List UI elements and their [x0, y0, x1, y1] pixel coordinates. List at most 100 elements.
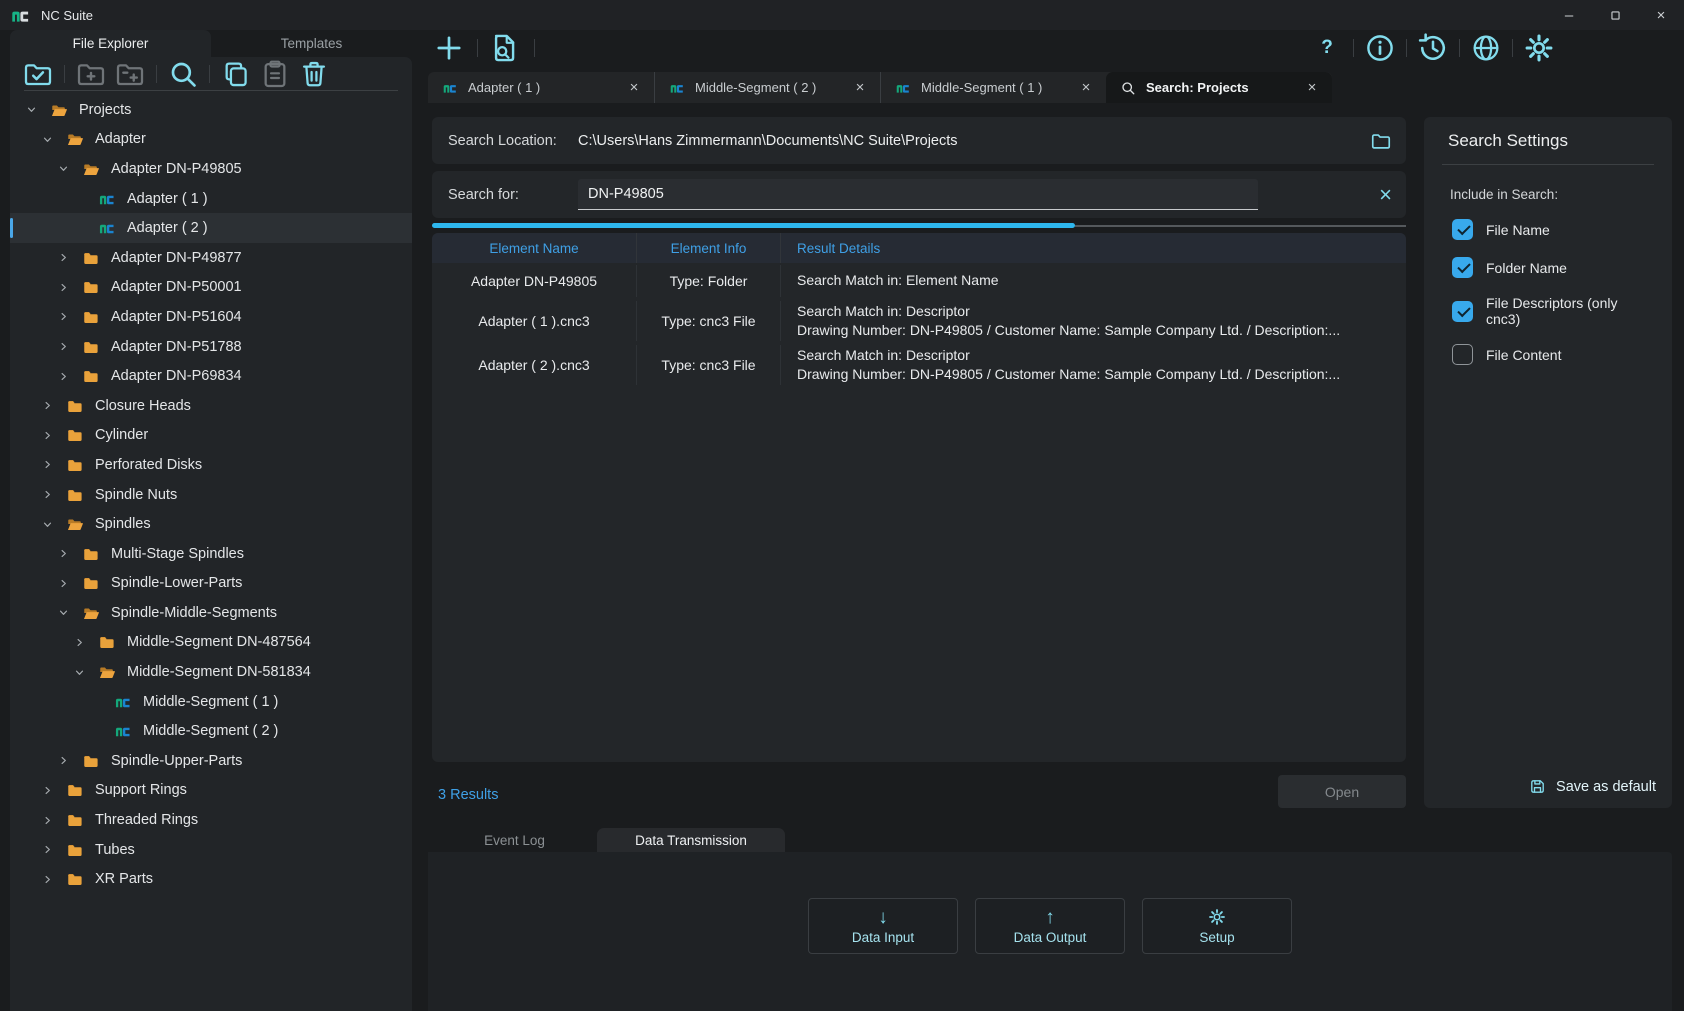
bottom-tab-data-transmission[interactable]: Data Transmission	[597, 828, 785, 852]
tree-item-adapter-dn-p49877[interactable]: Adapter DN-P49877	[10, 243, 412, 273]
new-subfolder-button[interactable]	[114, 61, 146, 87]
close-tab-icon[interactable]: ×	[850, 78, 870, 98]
tree-item-adapter-2[interactable]: Adapter ( 2 )	[10, 213, 412, 243]
language-button[interactable]	[1469, 34, 1503, 62]
tree-item-projects[interactable]: Projects	[10, 95, 412, 125]
chevron-right-icon[interactable]	[36, 398, 66, 414]
search-button[interactable]	[167, 61, 199, 87]
chevron-down-icon[interactable]	[52, 161, 82, 177]
chevron-right-icon[interactable]	[36, 871, 66, 887]
new-button[interactable]	[432, 34, 466, 62]
doc-tab-adapter-1[interactable]: Adapter ( 1 )×	[428, 72, 654, 103]
close-button[interactable]: ×	[1638, 0, 1684, 30]
tree-item-spindles[interactable]: Spindles	[10, 509, 412, 539]
chevron-right-icon[interactable]	[52, 575, 82, 591]
chevron-down-icon[interactable]	[68, 664, 98, 680]
maximize-button[interactable]	[1592, 0, 1638, 30]
tree-item-middle-segment-1[interactable]: Middle-Segment ( 1 )	[10, 687, 412, 717]
checkbox-folder-name[interactable]: Folder Name	[1452, 257, 1654, 278]
chevron-right-icon[interactable]	[36, 812, 66, 828]
tree-item-adapter-dn-p51788[interactable]: Adapter DN-P51788	[10, 332, 412, 362]
unchecked-checkbox-icon[interactable]	[1452, 344, 1473, 365]
tree-item-middle-segment-dn-581834[interactable]: Middle-Segment DN-581834	[10, 657, 412, 687]
delete-button[interactable]	[298, 61, 330, 87]
tree-item-middle-segment-dn-487564[interactable]: Middle-Segment DN-487564	[10, 628, 412, 658]
setup-button[interactable]: Setup	[1142, 898, 1292, 954]
paste-element-button[interactable]	[546, 34, 580, 62]
tree-item-adapter-dn-p69834[interactable]: Adapter DN-P69834	[10, 361, 412, 391]
chevron-down-icon[interactable]	[36, 131, 66, 147]
chevron-right-icon[interactable]	[52, 250, 82, 266]
chevron-right-icon[interactable]	[36, 427, 66, 443]
tree-item-adapter-dn-p51604[interactable]: Adapter DN-P51604	[10, 302, 412, 332]
browse-folder-button[interactable]	[1370, 130, 1392, 152]
chevron-right-icon[interactable]	[36, 842, 66, 858]
tree-item-closure-heads[interactable]: Closure Heads	[10, 391, 412, 421]
chevron-down-icon[interactable]	[20, 102, 50, 118]
doc-tab-middle-segment-2[interactable]: Middle-Segment ( 2 )×	[654, 72, 880, 103]
settings-button[interactable]	[1522, 34, 1556, 62]
tree-item-label: Spindles	[95, 516, 151, 532]
chevron-right-icon[interactable]	[52, 753, 82, 769]
chevron-right-icon[interactable]	[52, 279, 82, 295]
tree-item-spindle-upper-parts[interactable]: Spindle-Upper-Parts	[10, 746, 412, 776]
tree-item-threaded-rings[interactable]: Threaded Rings	[10, 805, 412, 835]
tree-item-adapter[interactable]: Adapter	[10, 125, 412, 155]
tree-item-spindle-nuts[interactable]: Spindle Nuts	[10, 480, 412, 510]
data-input-button[interactable]: ↓Data Input	[808, 898, 958, 954]
close-tab-icon[interactable]: ×	[1076, 78, 1096, 98]
doc-tab-middle-segment-1[interactable]: Middle-Segment ( 1 )×	[880, 72, 1106, 103]
paste-button[interactable]	[259, 61, 291, 87]
result-row-adapter-dn-p49805[interactable]: Adapter DN-P49805Type: FolderSearch Matc…	[432, 263, 1406, 299]
history-button[interactable]	[1416, 34, 1450, 62]
chevron-right-icon[interactable]	[52, 309, 82, 325]
tree-item-spindle-middle-segments[interactable]: Spindle-Middle-Segments	[10, 598, 412, 628]
column-header-result-details[interactable]: Result Details	[781, 233, 1406, 263]
checked-checkbox-icon[interactable]	[1452, 257, 1473, 278]
open-button[interactable]: Open	[1278, 775, 1406, 808]
chevron-down-icon[interactable]	[36, 516, 66, 532]
chevron-right-icon[interactable]	[36, 782, 66, 798]
chevron-right-icon[interactable]	[52, 339, 82, 355]
chevron-right-icon[interactable]	[52, 546, 82, 562]
open-file-button[interactable]	[489, 34, 523, 62]
chevron-right-icon[interactable]	[52, 368, 82, 384]
tree-item-adapter-1[interactable]: Adapter ( 1 )	[10, 184, 412, 214]
doc-tab-search-projects[interactable]: Search: Projects×	[1106, 72, 1332, 103]
tree-item-spindle-lower-parts[interactable]: Spindle-Lower-Parts	[10, 569, 412, 599]
column-header-element-name[interactable]: Element Name	[432, 233, 637, 263]
tree-item-cylinder[interactable]: Cylinder	[10, 421, 412, 451]
data-output-button[interactable]: ↑Data Output	[975, 898, 1125, 954]
save-as-default-button[interactable]: Save as default	[1528, 777, 1656, 796]
help-button[interactable]: ?	[1310, 34, 1344, 62]
info-button[interactable]	[1363, 34, 1397, 62]
checked-checkbox-icon[interactable]	[1452, 219, 1473, 240]
checkbox-file-name[interactable]: File Name	[1452, 219, 1654, 240]
chevron-right-icon[interactable]	[36, 457, 66, 473]
checked-checkbox-icon[interactable]	[1452, 301, 1473, 322]
result-row-adapter-1-cnc3[interactable]: Adapter ( 1 ).cnc3Type: cnc3 FileSearch …	[432, 299, 1406, 343]
open-project-folder-button[interactable]	[22, 61, 54, 87]
chevron-right-icon[interactable]	[68, 634, 98, 650]
checkbox-file-descriptors-only-cnc3[interactable]: File Descriptors (only cnc3)	[1452, 295, 1654, 327]
close-tab-icon[interactable]: ×	[1302, 78, 1322, 98]
result-row-adapter-2-cnc3[interactable]: Adapter ( 2 ).cnc3Type: cnc3 FileSearch …	[432, 343, 1406, 387]
checkbox-file-content[interactable]: File Content	[1452, 344, 1654, 365]
chevron-down-icon[interactable]	[52, 605, 82, 621]
tree-item-perforated-disks[interactable]: Perforated Disks	[10, 450, 412, 480]
bottom-tab-event-log[interactable]: Event Log	[432, 828, 597, 852]
tree-item-support-rings[interactable]: Support Rings	[10, 776, 412, 806]
tree-item-xr-parts[interactable]: XR Parts	[10, 864, 412, 894]
tree-item-middle-segment-2[interactable]: Middle-Segment ( 2 )	[10, 716, 412, 746]
search-input[interactable]	[578, 179, 1258, 210]
column-header-element-info[interactable]: Element Info	[637, 233, 781, 263]
clear-search-button[interactable]: ×	[1379, 182, 1392, 208]
copy-button[interactable]	[220, 61, 252, 87]
tree-item-adapter-dn-p49805[interactable]: Adapter DN-P49805	[10, 154, 412, 184]
close-tab-icon[interactable]: ×	[624, 78, 644, 98]
chevron-right-icon[interactable]	[36, 487, 66, 503]
new-folder-button[interactable]	[75, 61, 107, 87]
tree-item-adapter-dn-p50001[interactable]: Adapter DN-P50001	[10, 273, 412, 303]
tree-item-multi-stage-spindles[interactable]: Multi-Stage Spindles	[10, 539, 412, 569]
tree-item-tubes[interactable]: Tubes	[10, 835, 412, 865]
